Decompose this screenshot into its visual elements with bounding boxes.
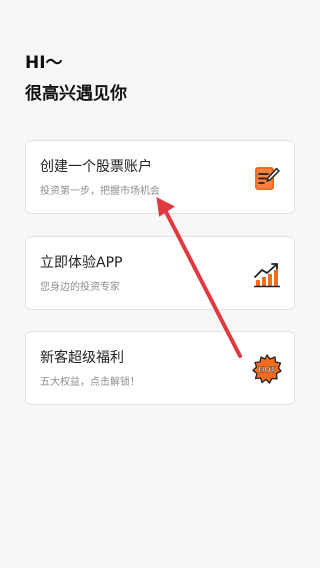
greeting: HI～ 很高兴遇见你	[25, 52, 127, 106]
card-description: 投资第一步，把握市场机会	[40, 186, 160, 197]
card-title: 立即体验APP	[40, 255, 123, 271]
trend-chart-icon	[252, 259, 282, 289]
hot-badge-icon: HOT	[252, 354, 282, 384]
edit-document-icon	[252, 163, 282, 193]
greeting-hi: HI～	[25, 53, 63, 73]
greeting-subtitle: 很高兴遇见你	[25, 84, 127, 104]
card-title: 创建一个股票账户	[40, 159, 152, 175]
card-try-app[interactable]: 立即体验APP 您身边的投资专家	[25, 236, 295, 310]
card-title: 新客超级福利	[40, 350, 124, 366]
card-description: 您身边的投资专家	[40, 282, 120, 293]
card-description: 五大权益，点击解锁！	[40, 377, 140, 388]
hot-badge-text: HOT	[259, 366, 276, 375]
card-new-customer-benefits[interactable]: 新客超级福利 五大权益，点击解锁！ HOT	[25, 331, 295, 405]
card-open-account[interactable]: 创建一个股票账户 投资第一步，把握市场机会	[25, 140, 295, 214]
